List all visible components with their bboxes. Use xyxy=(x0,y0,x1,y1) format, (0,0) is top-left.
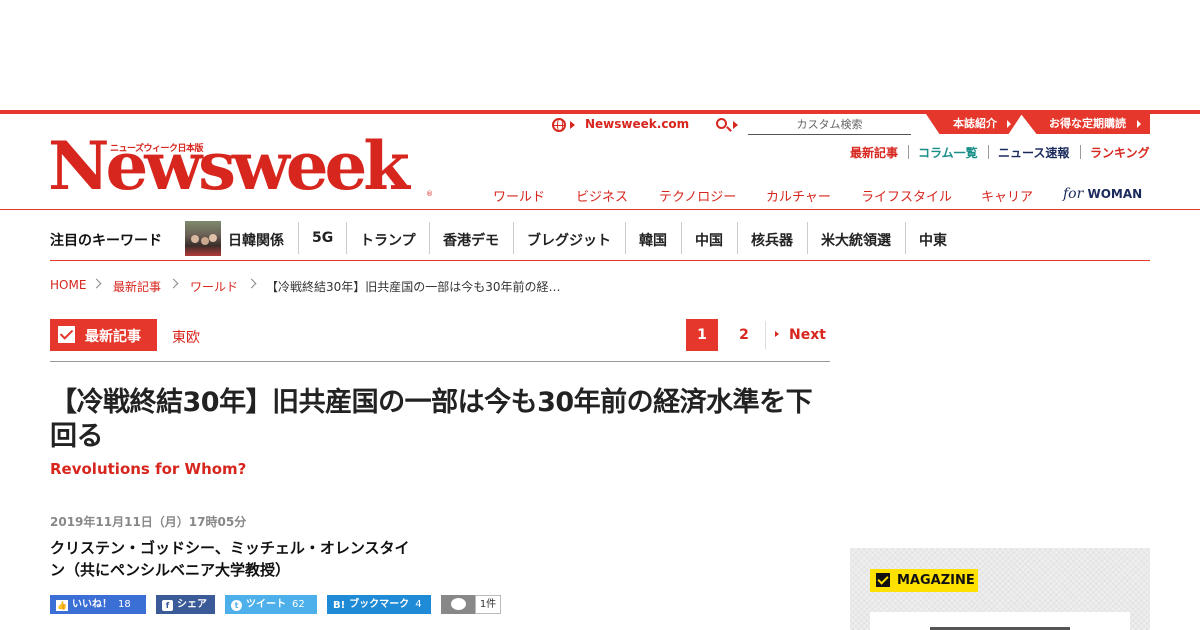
nav-world[interactable]: ワールド xyxy=(493,186,545,205)
keyword-china[interactable]: 中国 xyxy=(695,230,723,250)
divider xyxy=(908,145,909,159)
keyword-trump[interactable]: トランプ xyxy=(360,230,416,250)
nav-for-woman[interactable]: for WOMAN xyxy=(1063,186,1142,202)
next-page-link[interactable]: Next xyxy=(789,327,826,343)
breadcrumb-latest[interactable]: 最新記事 xyxy=(113,278,161,295)
about-magazine-label: 本誌紹介 xyxy=(953,117,997,130)
magazine-label[interactable]: MAGAZINE xyxy=(897,573,975,588)
facebook-like-count: 18 xyxy=(118,599,131,610)
sub-link-ranking[interactable]: ランキング xyxy=(1090,144,1150,161)
article-date: 2019年11月11日（月）17時05分 xyxy=(50,515,247,529)
newsweek-com-link[interactable]: Newsweek.com xyxy=(585,117,689,131)
keyword-japan-korea[interactable]: 日韓関係 xyxy=(228,230,284,250)
caret-right-icon xyxy=(1007,120,1011,128)
divider xyxy=(625,222,626,254)
tweet-button[interactable]: t ツイート 62 xyxy=(225,595,317,614)
hatena-bookmark-label: ブックマーク xyxy=(349,599,410,610)
comment-icon xyxy=(451,598,466,610)
keyword-5g[interactable]: 5G xyxy=(312,230,333,246)
caret-right-icon xyxy=(733,121,738,129)
article-title: 【冷戦終結30年】旧共産国の一部は今も30年前の経済水準を下回る xyxy=(50,387,813,452)
facebook-like-label: いいね！ xyxy=(72,599,112,610)
divider xyxy=(905,222,906,254)
page-2[interactable]: 2 xyxy=(728,319,760,351)
caret-right-icon xyxy=(775,331,779,337)
facebook-like-button[interactable]: 👍 いいね！ 18 xyxy=(50,595,146,614)
divider xyxy=(429,222,430,254)
page-1[interactable]: 1 xyxy=(686,319,718,351)
for-woman-woman: WOMAN xyxy=(1087,187,1143,201)
keywords-rule xyxy=(50,260,1150,261)
registered-mark: ® xyxy=(426,190,433,198)
facebook-share-label: シェア xyxy=(177,599,207,610)
about-magazine-button[interactable]: 本誌紹介 xyxy=(926,114,1022,134)
caret-right-icon xyxy=(1137,120,1141,128)
keyword-thumbnail[interactable] xyxy=(185,221,221,256)
keyword-nuclear-weapons[interactable]: 核兵器 xyxy=(751,230,793,250)
keyword-middle-east[interactable]: 中東 xyxy=(919,230,947,250)
check-icon xyxy=(58,326,75,343)
hatena-bookmark-icon: B! xyxy=(333,600,346,611)
sub-link-latest[interactable]: 最新記事 xyxy=(850,144,898,161)
article-subtitle: Revolutions for Whom? xyxy=(50,460,247,478)
nav-business[interactable]: ビジネス xyxy=(576,186,628,205)
header-rule xyxy=(0,209,1200,210)
section-label[interactable]: 最新記事 xyxy=(85,326,141,346)
check-icon xyxy=(876,573,890,587)
section-category[interactable]: 東欧 xyxy=(172,327,200,347)
chevron-right-icon xyxy=(246,278,257,289)
sub-link-columns[interactable]: コラム一覧 xyxy=(918,144,978,161)
divider xyxy=(765,321,766,349)
newsweek-logo[interactable]: Newsweek xyxy=(48,133,410,199)
ad-space xyxy=(0,0,1200,110)
nav-culture[interactable]: カルチャー xyxy=(766,186,831,205)
keywords-title: 注目のキーワード xyxy=(50,233,162,249)
facebook-icon: f xyxy=(162,600,173,611)
twitter-icon: t xyxy=(231,600,242,611)
breadcrumb-home[interactable]: HOME xyxy=(50,278,86,292)
search-icon[interactable] xyxy=(716,118,727,129)
chevron-right-icon xyxy=(91,278,102,289)
keyword-brexit[interactable]: ブレグジット xyxy=(527,230,611,250)
search-input[interactable] xyxy=(748,116,911,135)
hatena-bookmark-button[interactable]: B! ブックマーク 4 xyxy=(327,595,431,614)
divider xyxy=(737,222,738,254)
keyword-korea[interactable]: 韓国 xyxy=(639,230,667,250)
nav-technology[interactable]: テクノロジー xyxy=(659,186,736,205)
thumbs-up-icon: 👍 xyxy=(56,600,68,611)
divider xyxy=(681,222,682,254)
divider xyxy=(298,222,299,254)
chevron-right-icon xyxy=(168,278,179,289)
divider xyxy=(988,145,989,159)
section-rule xyxy=(50,361,830,362)
divider xyxy=(1080,145,1081,159)
comment-count[interactable]: 1件 xyxy=(475,595,501,614)
divider xyxy=(346,222,347,254)
nav-lifestyle[interactable]: ライフスタイル xyxy=(861,186,952,205)
globe-icon xyxy=(552,118,566,132)
caret-right-icon xyxy=(570,121,575,129)
nav-career[interactable]: キャリア xyxy=(981,186,1033,205)
divider xyxy=(807,222,808,254)
divider xyxy=(513,222,514,254)
breadcrumb-world[interactable]: ワールド xyxy=(190,278,238,295)
article-author[interactable]: クリステン・ゴッドシー、ミッチェル・オレンスタイン（共にペンシルベニア大学教授） xyxy=(50,537,410,581)
for-woman-for: for xyxy=(1063,186,1084,202)
breadcrumb-current: 【冷戦終結30年】旧共産国の一部は今も30年前の経… xyxy=(266,280,561,294)
facebook-share-button[interactable]: f シェア xyxy=(156,595,215,614)
subscribe-label: お得な定期購読 xyxy=(1049,117,1126,130)
tweet-label: ツイート xyxy=(246,599,286,610)
comment-button[interactable] xyxy=(441,595,475,614)
subscribe-button[interactable]: お得な定期購読 xyxy=(1021,114,1150,134)
tweet-count: 62 xyxy=(292,599,305,610)
hatena-bookmark-count: 4 xyxy=(415,599,422,610)
keyword-hong-kong-protests[interactable]: 香港デモ xyxy=(443,230,499,250)
keyword-us-election[interactable]: 米大統領選 xyxy=(821,230,891,250)
sub-link-news-flash[interactable]: ニュース速報 xyxy=(998,144,1069,161)
top-rule xyxy=(0,110,1200,114)
